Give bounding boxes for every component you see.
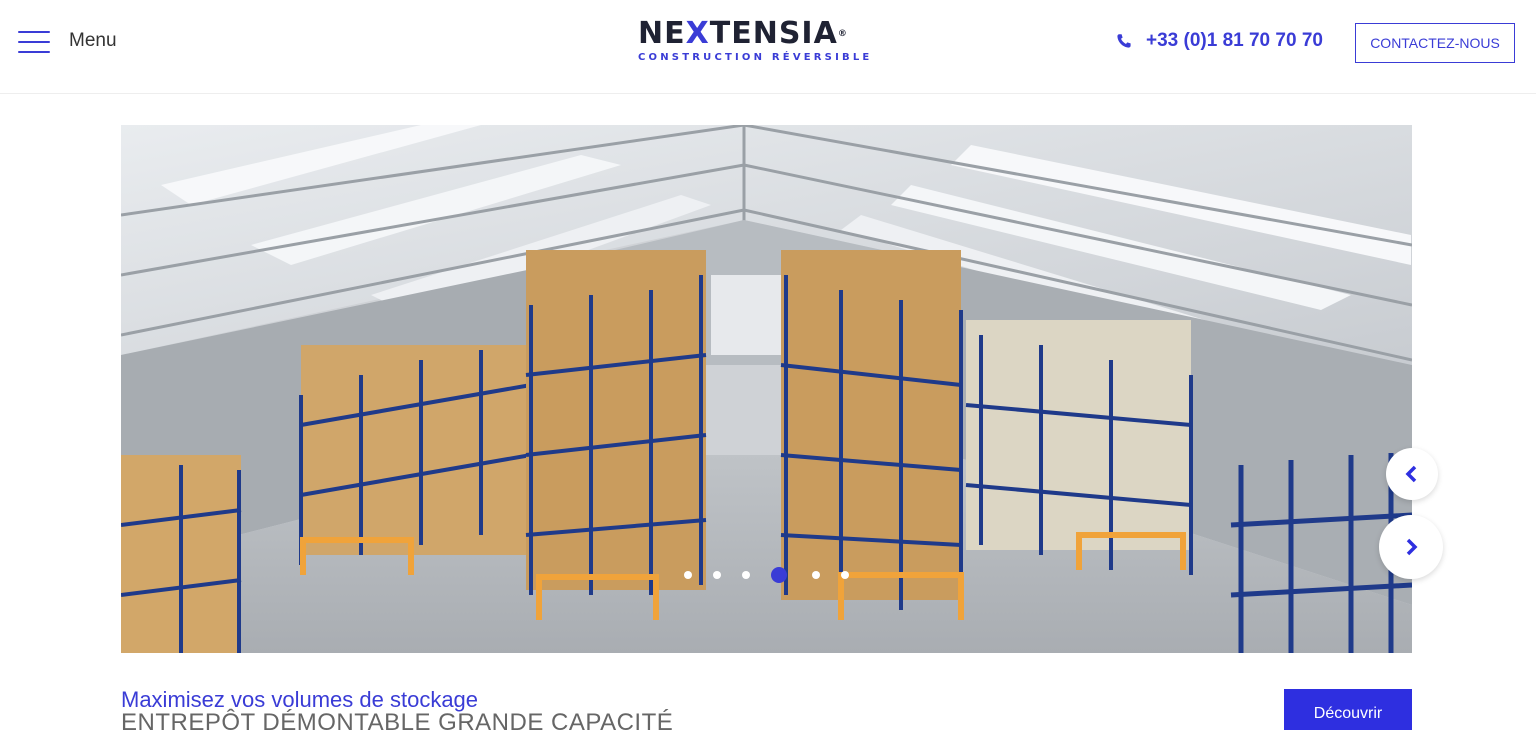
phone-link[interactable]: +33 (0)1 81 70 70 70 <box>1116 30 1323 52</box>
menu-button[interactable]: Menu <box>18 28 117 54</box>
slider-dot-1[interactable] <box>684 571 692 579</box>
chevron-left-icon <box>1405 465 1417 483</box>
slider-prev-button[interactable] <box>1386 448 1438 500</box>
chevron-right-icon <box>1406 538 1418 556</box>
slider-dot-4[interactable] <box>771 567 787 583</box>
slide-caption-subtitle: ENTREPÔT DÉMONTABLE GRANDE CAPACITÉ <box>121 709 674 730</box>
slider-next-button[interactable] <box>1379 515 1443 579</box>
slider-dot-2[interactable] <box>713 571 721 579</box>
menu-label[interactable]: Menu <box>69 30 117 52</box>
slider-dot-5[interactable] <box>812 571 820 579</box>
phone-icon <box>1117 34 1131 48</box>
slider-dot-3[interactable] <box>742 571 750 579</box>
logo-subtitle: CONSTRUCTION RÉVERSIBLE <box>638 52 873 63</box>
site-header: Menu NEXTENSIA® CONSTRUCTION RÉVERSIBLE … <box>0 0 1536 94</box>
contact-button[interactable]: CONTACTEZ-NOUS <box>1355 23 1515 63</box>
slider-dot-6[interactable] <box>841 571 849 579</box>
hero-slider[interactable] <box>121 125 1412 653</box>
slider-dots <box>684 567 849 583</box>
logo[interactable]: NEXTENSIA® CONSTRUCTION RÉVERSIBLE <box>638 18 898 68</box>
discover-button[interactable]: Découvrir <box>1284 689 1412 730</box>
logo-wordmark: NEXTENSIA® <box>638 16 848 51</box>
hamburger-icon[interactable] <box>18 28 50 54</box>
phone-number[interactable]: +33 (0)1 81 70 70 70 <box>1146 30 1323 52</box>
